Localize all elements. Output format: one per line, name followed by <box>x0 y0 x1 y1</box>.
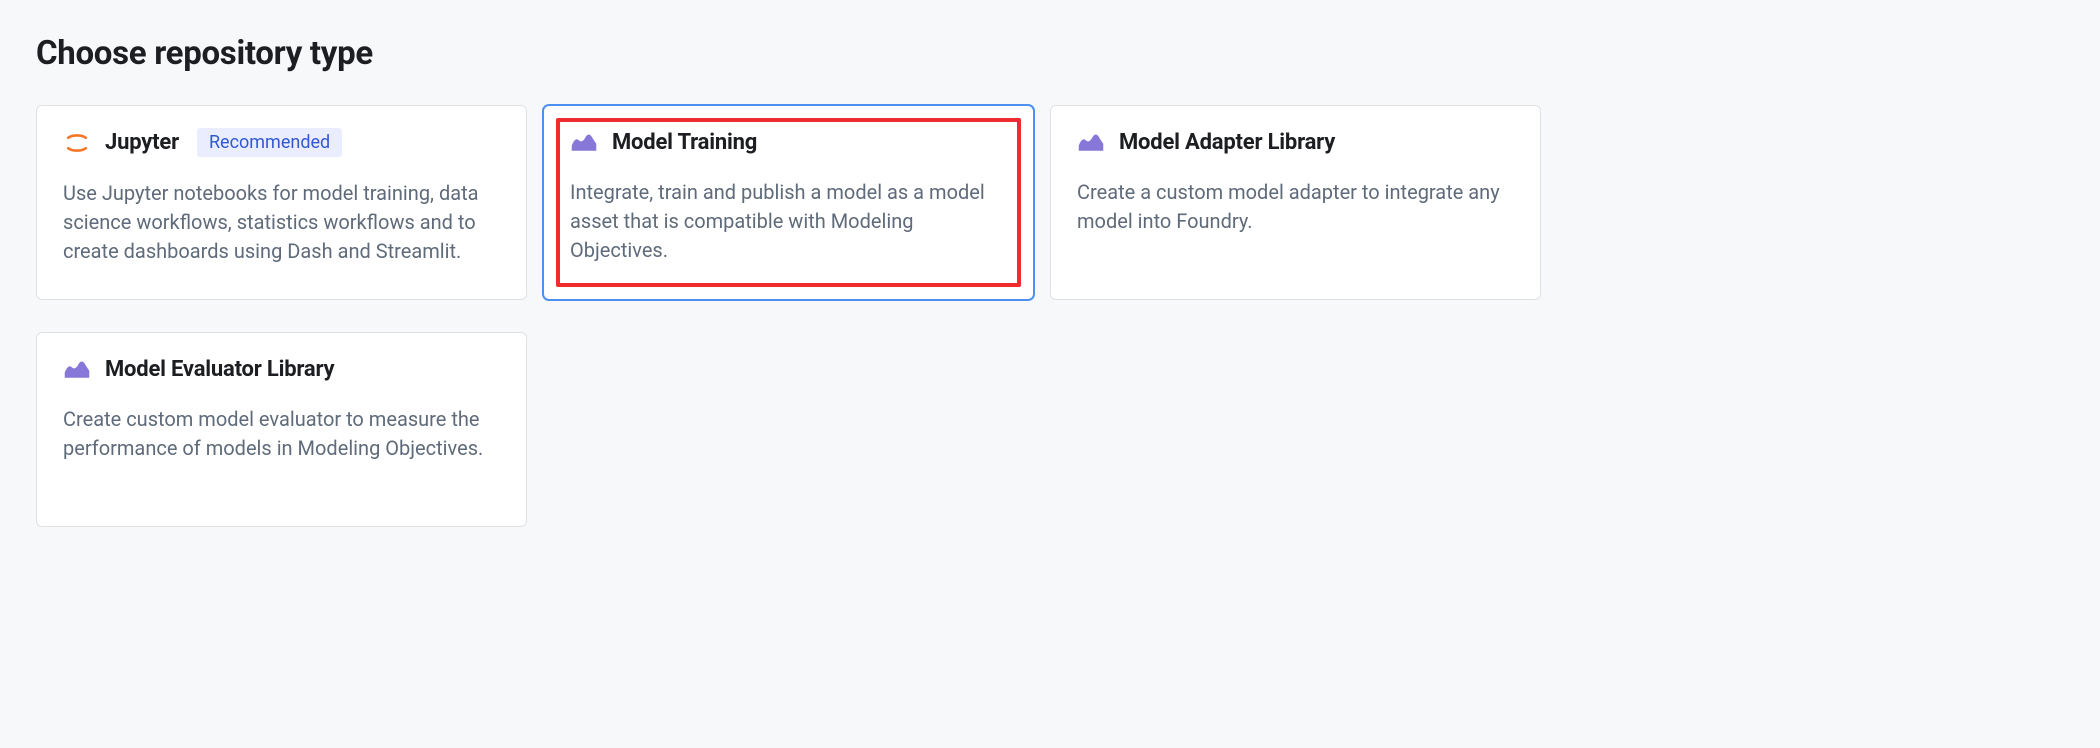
card-header: Jupyter Recommended <box>63 128 500 157</box>
card-title: Model Training <box>612 130 757 155</box>
card-title: Model Adapter Library <box>1119 130 1335 155</box>
card-jupyter[interactable]: Jupyter Recommended Use Jupyter notebook… <box>36 105 527 300</box>
card-model-evaluator[interactable]: Model Evaluator Library Create custom mo… <box>36 332 527 527</box>
model-icon <box>570 128 598 156</box>
jupyter-icon <box>63 129 91 157</box>
card-model-adapter[interactable]: Model Adapter Library Create a custom mo… <box>1050 105 1541 300</box>
card-header: Model Adapter Library <box>1077 128 1514 156</box>
repository-type-grid: Jupyter Recommended Use Jupyter notebook… <box>36 105 2064 527</box>
card-description: Create custom model evaluator to measure… <box>63 405 500 463</box>
card-model-training[interactable]: Model Training Integrate, train and publ… <box>543 105 1034 300</box>
card-title: Model Evaluator Library <box>105 357 334 382</box>
card-description: Use Jupyter notebooks for model training… <box>63 179 500 266</box>
recommended-badge: Recommended <box>197 128 342 157</box>
card-description: Create a custom model adapter to integra… <box>1077 178 1514 236</box>
card-header: Model Training <box>570 128 1007 156</box>
model-icon <box>63 355 91 383</box>
card-description: Integrate, train and publish a model as … <box>570 178 1007 265</box>
model-icon <box>1077 128 1105 156</box>
page-title: Choose repository type <box>36 34 2064 73</box>
card-header: Model Evaluator Library <box>63 355 500 383</box>
card-title: Jupyter <box>105 130 179 155</box>
